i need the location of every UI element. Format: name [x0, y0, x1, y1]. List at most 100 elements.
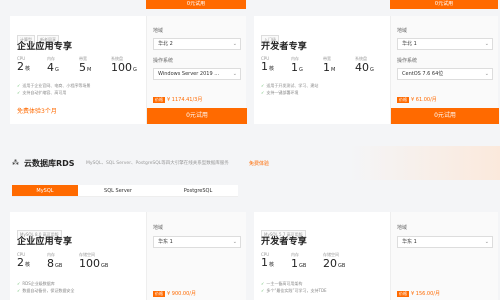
spec-memory: 内存 8GB — [47, 252, 62, 272]
select-value: 华北 1 — [402, 41, 417, 47]
price: 价格 ¥ 156.00/月 — [397, 290, 440, 297]
price-value: ¥ 61.00/月 — [411, 97, 437, 103]
card-title: 开发者专享 — [261, 42, 308, 52]
section-title: 云数据库RDS — [24, 159, 75, 168]
feature-item: 适用于企业官网、电商、小程序等场景 — [17, 82, 90, 89]
ecs-card-developer: 入门级 开发者专享 CPU1核 内存1G 带宽1M 系统盘40G 适用于开发测试… — [254, 16, 499, 124]
os-label: 操作系统 — [397, 58, 418, 64]
price-badge: 价格 — [153, 97, 165, 103]
spec-memory: 内存 1GB — [291, 252, 306, 272]
price: 价格 ¥ 61.00/月 — [397, 96, 437, 103]
trial-button[interactable]: 0元试用 — [391, 108, 499, 124]
ecs-card-enterprise: 计算型新老同享 企业应用专享 CPU2核 内存4G 带宽5M 系统盘100G 适… — [10, 16, 247, 124]
price-badge: 价格 — [153, 291, 165, 297]
top-trial-button-2[interactable]: 0元试用 — [390, 0, 498, 9]
spec-value: 100GB — [79, 257, 109, 270]
price-value: ¥ 1174.41/3月 — [167, 97, 203, 103]
spec-value: 1G — [291, 61, 303, 74]
select-value: 华东 1 — [158, 239, 173, 245]
price: 价格 ¥ 1174.41/3月 — [153, 96, 202, 103]
region-label: 地域 — [397, 28, 408, 34]
card-title: 企业应用专享 — [17, 42, 73, 52]
spec-value: 1核 — [261, 256, 275, 269]
section-subtitle: MySQL、SQL Server、PostgreSQL等四大引擎在线关系型数据库… — [86, 161, 229, 166]
spec-value: 20GB — [323, 257, 346, 270]
price-badge: 价格 — [397, 291, 409, 297]
spec-cpu: CPU 1核 — [261, 252, 274, 271]
chevron-down-icon: ⌄ — [484, 41, 489, 47]
tab-mysql[interactable]: MySQL — [12, 185, 78, 197]
chevron-down-icon: ⌄ — [232, 41, 237, 47]
spec-value: 2核 — [17, 60, 31, 73]
spec-disk: 系统盘 40G — [355, 56, 374, 76]
chevron-down-icon: ⌄ — [232, 239, 237, 245]
config-panel: 地域 华东 1 ⌄ 价格 ¥ 156.00/月 — [390, 212, 498, 300]
feature-list: RDS企业级数据库 数据自动备份，保证数据安全 — [17, 280, 74, 294]
tab-sqlserver[interactable]: SQL Server — [78, 185, 158, 197]
spec-memory: 内存 1G — [291, 56, 303, 76]
feature-item: 多个“最佳实践”可学习，支持TDE — [261, 287, 326, 294]
price-value: ¥ 900.00/月 — [167, 291, 196, 297]
feature-item: 支持一键部署环境 — [261, 89, 318, 96]
card-title: 开发者专享 — [261, 237, 308, 247]
trial-button[interactable]: 0元试用 — [147, 108, 247, 124]
free-trial-link[interactable]: 免费体验3个月 — [17, 106, 57, 115]
spec-value: 1M — [323, 61, 336, 74]
spec-bandwidth: 带宽 1M — [323, 56, 335, 76]
free-trial-link[interactable]: 免费体验 — [249, 160, 269, 167]
price-badge: 价格 — [397, 97, 409, 103]
config-panel: 地域 华北 1 ⌄ 操作系统 CentOS 7.6 64位 ⌄ 价格 ¥ 61.00/… — [390, 16, 499, 124]
region-label: 地域 — [153, 28, 164, 34]
spec-value: 4G — [47, 61, 59, 74]
spec-cpu: CPU 1核 — [261, 56, 274, 75]
top-trial-button-1[interactable]: 0元试用 — [146, 0, 246, 9]
spec-value: 1GB — [291, 257, 307, 270]
feature-item: 支持自动扩缩容、高可用 — [17, 89, 90, 96]
feature-item: RDS企业级数据库 — [17, 280, 74, 287]
spec-disk: 系统盘 100G — [111, 56, 137, 76]
region-select[interactable]: 华东 1 ⌄ — [397, 236, 493, 248]
spec-value: 2核 — [17, 256, 31, 269]
spec-value: 8GB — [47, 257, 63, 270]
price: 价格 ¥ 900.00/月 — [153, 290, 196, 297]
feature-item: 适用于开发测试、学习、建站 — [261, 82, 318, 89]
button-label: 0元试用 — [186, 1, 206, 7]
select-value: Windows Server 2019 … — [158, 71, 220, 77]
spec-storage: 存储空间 100GB — [79, 252, 108, 272]
config-panel: 地域 华北 2 ⌄ 操作系统 Windows Server 2019 … ⌄ 价格 ¥… — [146, 16, 247, 124]
os-label: 操作系统 — [153, 58, 174, 64]
feature-list: 适用于企业官网、电商、小程序等场景 支持自动扩缩容、高可用 — [17, 82, 90, 96]
tab-postgresql[interactable]: PostgreSQL — [158, 185, 238, 197]
rds-section-header: ⁂ 云数据库RDS MySQL、SQL Server、PostgreSQL等四大… — [0, 146, 500, 180]
rds-card-developer: MySQL 5.7 高可用版 开发者专享 CPU 1核 内存 1GB 存储空间 20G… — [254, 212, 498, 300]
chevron-down-icon: ⌄ — [232, 71, 237, 77]
os-select[interactable]: Windows Server 2019 … ⌄ — [153, 68, 241, 80]
chevron-down-icon: ⌄ — [484, 71, 489, 77]
spec-value: 100G — [111, 61, 137, 74]
spec-value: 1核 — [261, 60, 275, 73]
feature-list: 一主一备高可用架构 多个“最佳实践”可学习，支持TDE — [261, 280, 326, 294]
feature-list: 适用于开发测试、学习、建站 支持一键部署环境 — [261, 82, 318, 96]
spec-memory: 内存 4G — [47, 56, 59, 76]
spec-storage: 存储空间 20GB — [323, 252, 345, 272]
region-select[interactable]: 华北 1 ⌄ — [397, 38, 493, 50]
rds-card-enterprise: MySQL 8.0 高可用版 企业应用专享 CPU 2核 内存 8GB 存储空间 10… — [10, 212, 246, 300]
spec-cpu: CPU 2核 — [17, 56, 30, 75]
chevron-down-icon: ⌄ — [484, 239, 489, 245]
region-select[interactable]: 华北 2 ⌄ — [153, 38, 241, 50]
spec-value: 5M — [79, 61, 92, 74]
os-select[interactable]: CentOS 7.6 64位 ⌄ — [397, 68, 493, 80]
price-value: ¥ 156.00/月 — [411, 291, 440, 297]
spec-cpu: CPU 2核 — [17, 252, 30, 271]
database-icon: ⁂ — [12, 159, 19, 167]
select-value: 华东 1 — [402, 239, 417, 245]
region-label: 地域 — [153, 225, 164, 231]
region-select[interactable]: 华东 1 ⌄ — [153, 236, 241, 248]
spec-value: 40G — [355, 61, 374, 74]
button-label: 0元试用 — [434, 1, 454, 7]
select-value: CentOS 7.6 64位 — [402, 71, 444, 77]
card-title: 企业应用专享 — [17, 237, 73, 247]
feature-item: 数据自动备份，保证数据安全 — [17, 287, 74, 294]
spec-bandwidth: 带宽 5M — [79, 56, 91, 76]
region-label: 地域 — [397, 225, 408, 231]
